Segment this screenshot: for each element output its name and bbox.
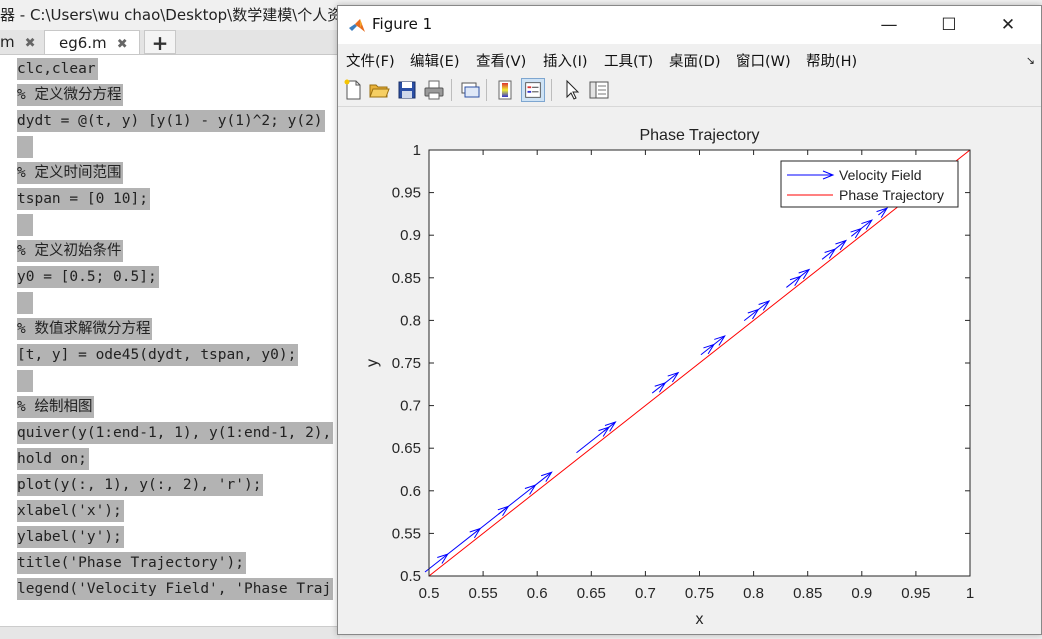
code-line[interactable]: % 定义微分方程 bbox=[17, 84, 124, 106]
x-tick-label: 0.95 bbox=[901, 585, 930, 602]
matlab-logo-icon bbox=[349, 19, 365, 32]
code-line[interactable]: clc,clear bbox=[17, 58, 98, 80]
y-axis-label: y bbox=[364, 359, 381, 367]
chart-title: Phase Trajectory bbox=[639, 127, 759, 144]
legend-icon[interactable] bbox=[521, 78, 545, 102]
code-line[interactable]: % 定义时间范围 bbox=[17, 162, 124, 184]
minimize-button[interactable]: — bbox=[860, 6, 918, 44]
code-line[interactable]: % 数值求解微分方程 bbox=[17, 318, 153, 340]
property-editor-icon[interactable] bbox=[587, 78, 611, 102]
y-tick-label: 0.5 bbox=[400, 568, 421, 585]
menu-bar: 文件(F) 编辑(E) 查看(V) 插入(I) 工具(T) 桌面(D) 窗口(W… bbox=[338, 44, 1041, 72]
y-tick-label: 0.85 bbox=[392, 270, 421, 287]
pointer-icon[interactable] bbox=[560, 78, 584, 102]
code-line[interactable]: xlabel('x'); bbox=[17, 500, 124, 522]
menu-window[interactable]: 窗口(W) bbox=[736, 50, 791, 71]
code-editor[interactable]: clc,clear % 定义微分方程 dydt = @(t, y) [y(1) - … bbox=[0, 55, 340, 638]
y-tick-label: 0.6 bbox=[400, 483, 421, 500]
close-icon[interactable]: ✖ bbox=[25, 36, 36, 51]
menu-view[interactable]: 查看(V) bbox=[476, 50, 526, 71]
y-tick-label: 0.55 bbox=[392, 525, 421, 542]
x-tick-label: 0.75 bbox=[685, 585, 714, 602]
link-plot-icon[interactable] bbox=[458, 78, 482, 102]
code-line[interactable]: [t, y] = ode45(dydt, tspan, y0); bbox=[17, 344, 299, 366]
x-tick-label: 0.7 bbox=[635, 585, 656, 602]
legend-label-velocity: Velocity Field bbox=[839, 167, 921, 183]
y-tick-label: 0.95 bbox=[392, 185, 421, 202]
code-line[interactable]: y0 = [0.5; 0.5]; bbox=[17, 266, 159, 288]
plot-area: Phase Trajectory 0.5 0.55 0.6 0.65 0.7 0.75 0.8… bbox=[338, 108, 1041, 634]
code-line-empty[interactable] bbox=[17, 136, 33, 158]
tab-eg6[interactable]: eg6.m ✖ bbox=[44, 30, 140, 54]
code-line[interactable]: dydt = @(t, y) [y(1) - y(1)^2; y(2) bbox=[17, 110, 325, 132]
colorbar-icon[interactable] bbox=[494, 78, 518, 102]
menu-tools[interactable]: 工具(T) bbox=[604, 50, 653, 71]
print-icon[interactable] bbox=[422, 78, 446, 102]
save-icon[interactable] bbox=[395, 78, 419, 102]
menu-desktop[interactable]: 桌面(D) bbox=[669, 50, 720, 71]
tab-label: m bbox=[0, 33, 15, 51]
toolbar-separator bbox=[486, 79, 487, 101]
menu-overflow-icon[interactable]: ↘ bbox=[1026, 54, 1035, 67]
tab-prev-file[interactable]: m ✖ bbox=[0, 30, 42, 54]
editor-status-strip bbox=[0, 626, 340, 639]
y-tick-label: 0.9 bbox=[400, 227, 421, 244]
toolbar-separator bbox=[451, 79, 452, 101]
code-line-empty[interactable] bbox=[17, 292, 33, 314]
code-line[interactable]: % 定义初始条件 bbox=[17, 240, 124, 262]
x-tick-label: 1 bbox=[966, 585, 974, 602]
code-line[interactable]: quiver(y(1:end-1, 1), y(1:end-1, 2), bbox=[17, 422, 334, 444]
code-line[interactable]: title('Phase Trajectory'); bbox=[17, 552, 246, 574]
new-figure-icon[interactable] bbox=[341, 78, 365, 102]
code-line[interactable]: legend('Velocity Field', 'Phase Traj bbox=[17, 578, 334, 600]
figure-title-bar: Figure 1 — ☐ ✕ bbox=[338, 6, 1041, 44]
y-tick-label: 0.75 bbox=[392, 355, 421, 372]
y-tick-label: 0.7 bbox=[400, 398, 421, 415]
y-tick-label: 0.8 bbox=[400, 312, 421, 329]
figure-window: Figure 1 — ☐ ✕ 文件(F) 编辑(E) 查看(V) 插入(I) 工… bbox=[337, 5, 1042, 635]
legend-label-trajectory: Phase Trajectory bbox=[839, 187, 944, 203]
open-file-icon[interactable] bbox=[367, 78, 391, 102]
tab-label: eg6.m bbox=[59, 34, 107, 52]
add-tab-button[interactable]: + bbox=[144, 30, 176, 55]
x-tick-label: 0.85 bbox=[793, 585, 822, 602]
figure-toolbar bbox=[338, 73, 1041, 107]
code-line[interactable]: hold on; bbox=[17, 448, 89, 470]
x-axis-label: x bbox=[696, 611, 704, 628]
figure-title: Figure 1 bbox=[372, 15, 433, 33]
menu-edit[interactable]: 编辑(E) bbox=[410, 50, 459, 71]
x-tick-label: 0.5 bbox=[419, 585, 440, 602]
maximize-button[interactable]: ☐ bbox=[920, 6, 978, 44]
editor-title: 器 - C:\Users\wu chao\Desktop\数学建模\个人资 bbox=[0, 6, 343, 24]
menu-help[interactable]: 帮助(H) bbox=[806, 50, 857, 71]
x-tick-label: 0.6 bbox=[527, 585, 548, 602]
editor-tab-bar: m ✖ eg6.m ✖ + bbox=[0, 30, 340, 55]
x-tick-label: 0.65 bbox=[577, 585, 606, 602]
phase-trajectory-chart[interactable]: Phase Trajectory 0.5 0.55 0.6 0.65 0.7 0.75 0.8… bbox=[338, 108, 1041, 634]
menu-file[interactable]: 文件(F) bbox=[346, 50, 395, 71]
code-line-empty[interactable] bbox=[17, 370, 33, 392]
close-icon[interactable]: ✖ bbox=[117, 37, 128, 52]
close-button[interactable]: ✕ bbox=[979, 6, 1037, 44]
code-line[interactable]: tspan = [0 10]; bbox=[17, 188, 150, 210]
menu-insert[interactable]: 插入(I) bbox=[543, 50, 588, 71]
y-tick-label: 0.65 bbox=[392, 440, 421, 457]
code-line-empty[interactable] bbox=[17, 214, 33, 236]
code-line[interactable]: % 绘制相图 bbox=[17, 396, 95, 418]
x-tick-label: 0.8 bbox=[743, 585, 764, 602]
y-tick-label: 1 bbox=[413, 142, 421, 159]
code-line[interactable]: ylabel('y'); bbox=[17, 526, 124, 548]
toolbar-separator bbox=[551, 79, 552, 101]
x-tick-label: 0.9 bbox=[851, 585, 872, 602]
code-line[interactable]: plot(y(:, 1), y(:, 2), 'r'); bbox=[17, 474, 264, 496]
x-tick-label: 0.55 bbox=[468, 585, 497, 602]
